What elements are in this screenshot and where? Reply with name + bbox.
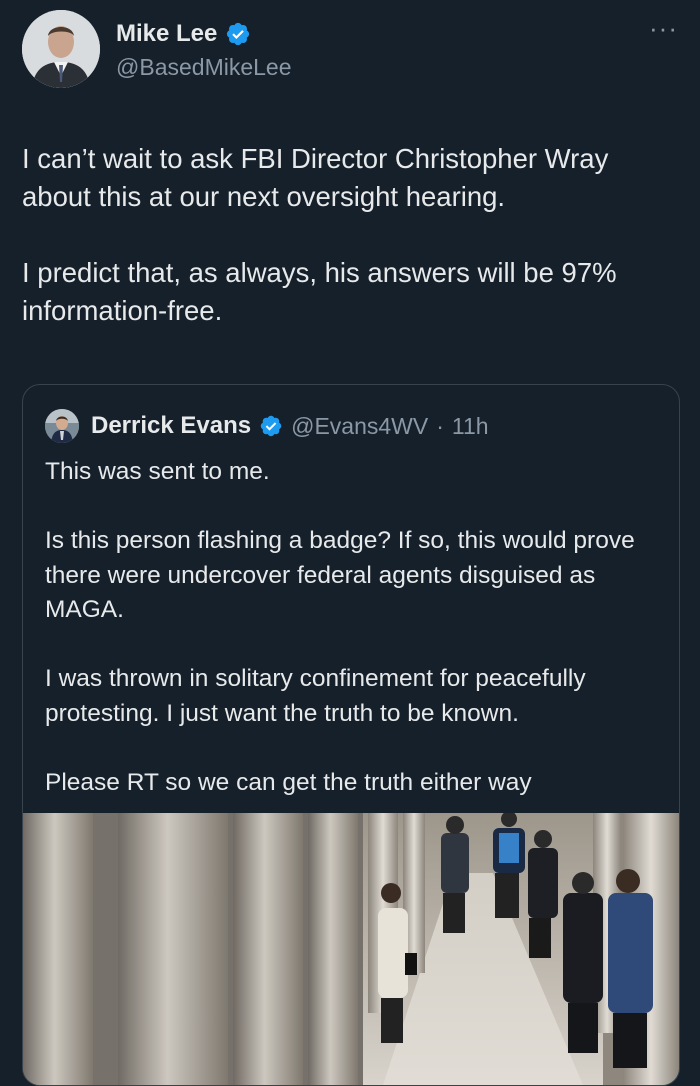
author-name[interactable]: Mike Lee — [116, 20, 217, 48]
author-name-row: Mike Lee — [116, 20, 251, 48]
quoted-author-name[interactable]: Derrick Evans — [91, 412, 251, 440]
quoted-tweet-header: Derrick Evans @Evans4WV · 11h — [45, 409, 489, 443]
tweet-text: I can’t wait to ask FBI Director Christo… — [22, 140, 682, 330]
quoted-avatar-photo — [45, 409, 79, 443]
quoted-author-handle[interactable]: @Evans4WV — [291, 413, 428, 440]
tweet-paragraph: I predict that, as always, his answers w… — [22, 257, 617, 326]
author-avatar[interactable] — [22, 10, 100, 88]
quoted-paragraph: Please RT so we can get the truth either… — [45, 768, 532, 796]
more-options-icon[interactable]: ··· — [649, 15, 678, 41]
quoted-paragraph: This was sent to me. — [45, 458, 270, 485]
quoted-paragraph: Is this person flashing a badge? If so, … — [45, 527, 635, 623]
tweet-paragraph: I can’t wait to ask FBI Director Christo… — [22, 143, 609, 212]
verified-badge-icon — [260, 415, 282, 437]
quoted-media-image[interactable] — [23, 813, 679, 1085]
quoted-tweet-text: This was sent to me. Is this person flas… — [45, 455, 665, 800]
quoted-paragraph: I was thrown in solitary confinement for… — [45, 665, 586, 727]
author-handle[interactable]: @BasedMikeLee — [116, 54, 292, 81]
avatar-photo — [22, 10, 100, 88]
quoted-tweet[interactable]: Derrick Evans @Evans4WV · 11h This was s… — [22, 384, 680, 1086]
media-photo — [23, 813, 679, 1085]
quoted-timestamp[interactable]: 11h — [452, 413, 489, 440]
quoted-author-avatar[interactable] — [45, 409, 79, 443]
meta-separator: · — [436, 412, 444, 439]
verified-badge-icon — [227, 22, 250, 46]
